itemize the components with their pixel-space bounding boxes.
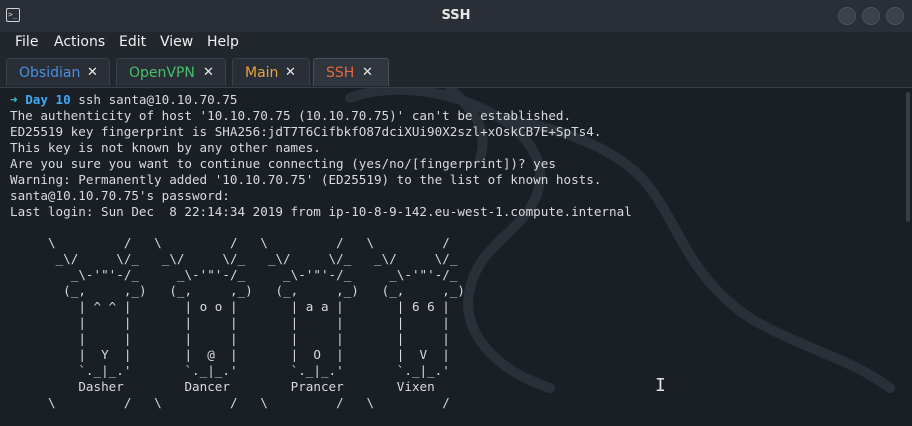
terminal-scrollbar[interactable]	[906, 92, 910, 222]
window-titlebar[interactable]: >_ SSH	[0, 0, 912, 32]
output-line: Last login: Sun Dec 8 22:14:34 2019 from…	[10, 204, 632, 219]
command-text: ssh santa@10.10.70.75	[70, 92, 238, 107]
tab-close-icon[interactable]: ✕	[203, 59, 214, 87]
tab-bar: Obsidian ✕ OpenVPN ✕ Main ✕ SSH ✕	[0, 56, 912, 88]
minimize-button[interactable]	[838, 7, 856, 25]
tab-label: SSH	[326, 65, 355, 81]
menu-help[interactable]: Help	[207, 34, 239, 50]
terminal-output: ➜ Day 10 ssh santa@10.10.70.75 The authe…	[10, 92, 632, 220]
tab-ssh[interactable]: SSH ✕	[313, 58, 389, 86]
menu-bar: File Actions Edit View Help	[0, 32, 912, 56]
menu-view[interactable]: View	[160, 34, 193, 50]
output-line: The authenticity of host '10.10.70.75 (1…	[10, 108, 572, 123]
output-line: This key is not known by any other names…	[10, 140, 321, 155]
tab-main[interactable]: Main ✕	[232, 58, 310, 86]
window-title: SSH	[441, 8, 471, 23]
output-line: Are you sure you want to continue connec…	[10, 156, 556, 171]
terminal-area[interactable]: ➜ Day 10 ssh santa@10.10.70.75 The authe…	[0, 88, 912, 426]
tab-close-icon[interactable]: ✕	[285, 59, 296, 87]
close-window-button[interactable]	[886, 7, 904, 25]
prompt-directory: Day 10	[25, 92, 71, 107]
tab-close-icon[interactable]: ✕	[362, 59, 373, 87]
tab-obsidian[interactable]: Obsidian ✕	[6, 58, 110, 86]
menu-file[interactable]: File	[15, 34, 38, 50]
maximize-button[interactable]	[862, 7, 880, 25]
output-line: santa@10.10.70.75's password:	[10, 188, 230, 203]
tab-label: Main	[245, 65, 279, 81]
output-line: ED25519 key fingerprint is SHA256:jdT7T6…	[10, 124, 602, 139]
menu-actions[interactable]: Actions	[54, 34, 105, 50]
tab-label: OpenVPN	[129, 65, 195, 81]
tab-openvpn[interactable]: OpenVPN ✕	[116, 58, 226, 86]
tab-label: Obsidian	[19, 65, 81, 81]
output-line: Warning: Permanently added '10.10.70.75'…	[10, 172, 602, 187]
text-cursor-icon: I	[655, 375, 666, 396]
tab-close-icon[interactable]: ✕	[87, 59, 98, 87]
prompt-arrow-icon: ➜	[10, 92, 18, 107]
reindeer-ascii-art: \ / \ / \ / \ / _\/ \/_ _\/ \/_ _\/ \/_ …	[48, 235, 466, 410]
menu-edit[interactable]: Edit	[119, 34, 146, 50]
